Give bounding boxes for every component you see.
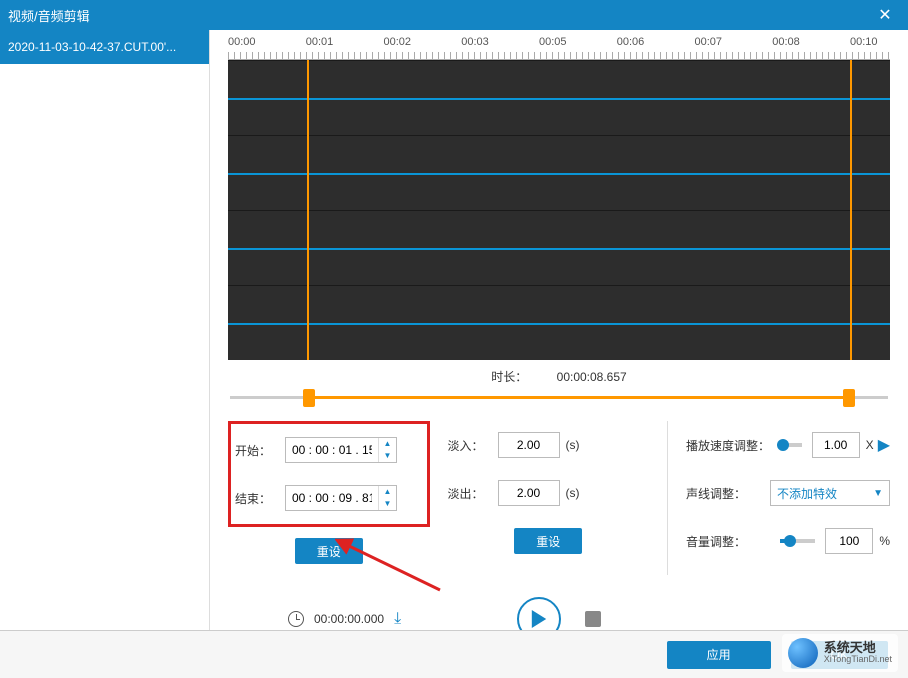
voice-label: 声线调整：	[686, 485, 770, 502]
watermark-url: XiTongTianDi.net	[824, 655, 892, 665]
volume-slider[interactable]	[780, 539, 815, 543]
fadein-input[interactable]	[498, 432, 560, 458]
titlebar: 视频/音频剪辑 ✕	[0, 0, 908, 30]
start-label: 开始：	[235, 442, 285, 459]
fadeout-label: 淡出：	[448, 485, 498, 502]
trim-seekbar[interactable]	[230, 389, 888, 407]
duration-label: 时长：	[491, 370, 527, 384]
spin-up-icon[interactable]: ▲	[379, 486, 396, 498]
spin-down-icon[interactable]: ▼	[379, 450, 396, 462]
ruler-tick: 00:05	[539, 36, 579, 52]
file-item[interactable]: 2020-11-03-10-42-37.CUT.00'...	[0, 30, 209, 64]
speed-unit: X	[866, 438, 874, 452]
spin-up-icon[interactable]: ▲	[379, 438, 396, 450]
stop-button[interactable]	[585, 611, 601, 627]
footer: 应用 OK	[0, 630, 908, 678]
fadeout-input[interactable]	[498, 480, 560, 506]
seconds-unit: (s)	[566, 438, 580, 452]
ruler-tick: 00:08	[772, 36, 812, 52]
preview-speed-icon[interactable]: ▶	[878, 435, 890, 455]
annotation-highlight: 开始： ▲▼ 结束： ▲▼	[228, 421, 430, 527]
start-time-field[interactable]	[286, 443, 378, 457]
snapshot-icon[interactable]: ⤓	[394, 610, 401, 628]
trim-handle-end[interactable]	[843, 389, 855, 407]
start-time-input[interactable]: ▲▼	[285, 437, 397, 463]
transport-time: 00:00:00.000	[314, 612, 384, 626]
reset-fade-button[interactable]: 重设	[514, 528, 582, 554]
volume-input[interactable]	[825, 528, 873, 554]
ruler-tick: 00:10	[850, 36, 890, 52]
time-ruler: 00:00 00:01 00:02 00:03 00:05 00:06 00:0…	[228, 30, 890, 52]
ruler-tick: 00:02	[384, 36, 424, 52]
trim-handle-start[interactable]	[303, 389, 315, 407]
editor-area: 00:00 00:01 00:02 00:03 00:05 00:06 00:0…	[210, 30, 908, 630]
ruler-tick: 00:01	[306, 36, 346, 52]
file-sidebar: 2020-11-03-10-42-37.CUT.00'...	[0, 30, 210, 630]
ruler-tick: 00:00	[228, 36, 268, 52]
globe-icon	[788, 638, 818, 668]
voice-value: 不添加特效	[777, 485, 837, 502]
fadein-label: 淡入：	[448, 437, 498, 454]
spin-down-icon[interactable]: ▼	[379, 498, 396, 510]
watermark-title: 系统天地	[824, 641, 892, 655]
trim-marker-start[interactable]	[307, 60, 309, 360]
volume-unit: %	[879, 534, 890, 548]
ruler-ticks	[228, 52, 890, 60]
ruler-tick: 00:07	[695, 36, 735, 52]
seconds-unit: (s)	[566, 486, 580, 500]
ruler-tick: 00:06	[617, 36, 657, 52]
close-icon[interactable]: ✕	[870, 5, 900, 25]
speed-label: 播放速度调整：	[686, 437, 770, 454]
duration-row: 时长： 00:00:08.657	[228, 360, 890, 389]
clock-icon	[288, 611, 304, 627]
watermark: 系统天地 XiTongTianDi.net	[782, 634, 898, 672]
chevron-down-icon: ▼	[873, 488, 883, 499]
voice-dropdown[interactable]: 不添加特效 ▼	[770, 480, 890, 506]
ruler-tick: 00:03	[461, 36, 501, 52]
reset-time-button[interactable]: 重设	[295, 538, 363, 564]
duration-value: 00:00:08.657	[557, 370, 627, 384]
end-time-input[interactable]: ▲▼	[285, 485, 397, 511]
end-label: 结束：	[235, 490, 285, 507]
volume-label: 音量调整：	[686, 533, 770, 550]
apply-button[interactable]: 应用	[667, 641, 771, 669]
window-title: 视频/音频剪辑	[8, 6, 870, 25]
speed-input[interactable]	[812, 432, 860, 458]
end-time-field[interactable]	[286, 491, 378, 505]
trim-marker-end[interactable]	[850, 60, 852, 360]
speed-slider[interactable]	[780, 443, 802, 447]
waveform[interactable]	[228, 60, 890, 360]
